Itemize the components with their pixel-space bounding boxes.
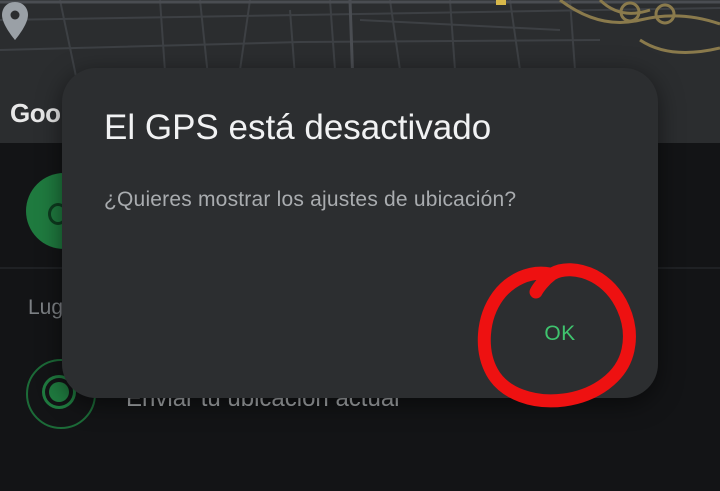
- map-pin-icon[interactable]: [0, 0, 30, 44]
- section-label-places: Lug: [28, 296, 64, 319]
- screen: Goo Lug Enviar tu ubicación actual El GP…: [0, 0, 720, 491]
- google-attribution[interactable]: Goo: [10, 98, 61, 129]
- dialog-message: ¿Quieres mostrar los ajustes de ubicació…: [104, 188, 517, 211]
- ok-button[interactable]: OK: [524, 308, 596, 360]
- gps-disabled-dialog: El GPS está desactivado ¿Quieres mostrar…: [62, 68, 658, 398]
- dialog-title: El GPS está desactivado: [104, 108, 492, 147]
